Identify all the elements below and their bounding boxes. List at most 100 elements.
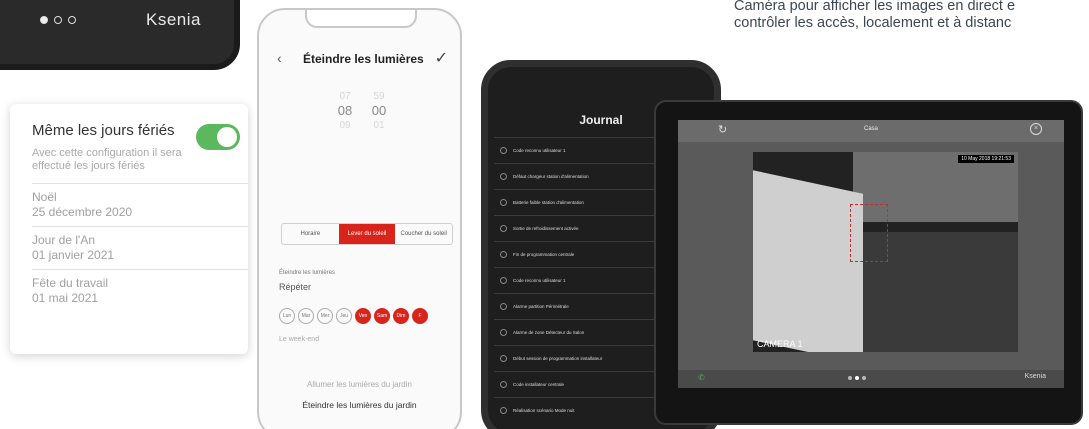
weekend-label: Le week-end (279, 336, 320, 343)
journal-entry[interactable]: Fin de programmation centrale (494, 241, 664, 267)
day-toggle[interactable]: Mar (298, 308, 314, 324)
journal-entry-text: Fin de programmation centrale (513, 251, 575, 257)
tablet-footer: ✆ Ksenia (678, 370, 1064, 388)
pager-dots (848, 376, 866, 380)
journal-entry[interactable]: Code installateur centrale (494, 371, 664, 397)
event-icon (500, 355, 507, 362)
event-icon (500, 251, 507, 258)
motion-detection-box (850, 204, 888, 262)
journal-entry[interactable]: Code reconnu utilisateur 1 (494, 137, 664, 163)
holiday-name: Jour de l'An (32, 233, 95, 247)
journal-entry-text: Sortie de refroidissement activée (513, 225, 579, 231)
event-icon (500, 407, 507, 414)
journal-entry-text: Alarme de zone Détecteur du Salon (513, 329, 585, 335)
journal-entry-text: Batterie faible station d'alimentation (513, 199, 584, 205)
journal-list: Code reconnu utilisateur 1 Défaut charge… (494, 137, 664, 423)
holiday-date: 01 mai 2021 (32, 291, 99, 305)
holiday-name: Noël (32, 190, 57, 204)
mode-option[interactable]: Horaire (282, 224, 339, 244)
checkmark-icon[interactable]: ✓ (435, 48, 448, 68)
holiday-date: 25 décembre 2020 (32, 205, 133, 219)
holiday-toggle[interactable] (196, 124, 240, 150)
day-toggle-active[interactable]: Dim (393, 308, 409, 324)
pager-dot[interactable] (848, 376, 852, 380)
holiday-setting-description: Avec cette configuration il sera effectu… (32, 147, 182, 172)
feature-description-line2: contrôler les accès, localement et à dis… (734, 15, 1012, 31)
phone-lights-schedule: ‹ Éteindre les lumières ✓ 07 08 09 59 00… (257, 8, 462, 429)
holiday-settings-card: Même les jours fériés Avec cette configu… (10, 104, 248, 354)
day-toggle-active[interactable]: Ven (355, 308, 371, 324)
event-icon (500, 225, 507, 232)
camera-timestamp: 10 May 2018 19:21:53 (958, 155, 1014, 163)
journal-entry-text: Code reconnu utilisateur 1 (513, 277, 566, 283)
camera-label: CAMERA 1 (757, 339, 803, 349)
event-icon (500, 173, 507, 180)
journal-entry[interactable]: Batterie faible station d'alimentation (494, 189, 664, 215)
brand-logo: Ksenia (1024, 373, 1046, 380)
action-label: Éteindre les lumières (279, 270, 336, 276)
tablet-header: ↻ Casa × (678, 120, 1064, 142)
holiday-day-toggle[interactable]: F (412, 308, 428, 324)
day-toggle[interactable]: Mer (317, 308, 333, 324)
feature-description-line1: Caméra pour afficher les images en direc… (734, 0, 1016, 14)
feature-description: Caméra pour afficher les images en direc… (734, 0, 1089, 32)
journal-entry[interactable]: Défaut chargeur station d'alimentation (494, 163, 664, 189)
day-toggle-active[interactable]: Sam (374, 308, 390, 324)
holiday-item[interactable]: Fête du travail 01 mai 2021 (32, 269, 248, 312)
journal-entry-text: Code installateur centrale (513, 381, 565, 387)
pager-dot-active[interactable] (855, 376, 859, 380)
mode-option[interactable]: Coucher du soleil (395, 224, 452, 244)
holiday-list: Noël 25 décembre 2020 Jour de l'An 01 ja… (32, 183, 248, 312)
close-icon[interactable]: × (1030, 123, 1042, 135)
tablet-camera-view: ↻ Casa × 10 May 2018 19:21:53 CAMERA 1 ✆ (654, 100, 1083, 425)
journal-entry[interactable]: Code reconnu utilisateur 1 (494, 267, 664, 293)
camera-feed[interactable]: 10 May 2018 19:21:53 CAMERA 1 (753, 152, 1018, 352)
day-selector: Lun Mar Mer Jeu Ven Sam Dim F (279, 308, 428, 324)
holiday-name: Fête du travail (32, 276, 109, 290)
event-icon (500, 329, 507, 336)
day-toggle[interactable]: Lun (279, 308, 295, 324)
picker-selected-hour: 08 (337, 103, 353, 118)
holiday-item[interactable]: Noël 25 décembre 2020 (32, 183, 248, 226)
hour-picker[interactable]: 07 08 09 (335, 90, 355, 132)
picker-item: 01 (373, 120, 385, 131)
tablet-title: Casa (863, 126, 878, 132)
chevron-left-icon[interactable]: ‹ (277, 50, 282, 66)
screen-header: ‹ Éteindre les lumières ✓ (259, 48, 460, 78)
scenario-option[interactable]: Allumer les lumières du jardin (259, 380, 460, 389)
phone-icon[interactable]: ✆ (698, 373, 705, 382)
marketing-composition: Ksenia Caméra pour afficher les images e… (0, 0, 1089, 429)
event-icon (500, 277, 507, 284)
phone-notch (305, 10, 417, 28)
picker-item: 59 (373, 91, 385, 102)
journal-entry[interactable]: Sortie de refroidissement activée (494, 215, 664, 241)
journal-entry[interactable]: Début session de programmation installat… (494, 345, 664, 371)
pager-dots (40, 16, 76, 24)
journal-entry[interactable]: Réalisation scénario Mode nuit (494, 397, 664, 423)
camera-image-wall (753, 170, 863, 352)
brand-logo: Ksenia (146, 10, 201, 29)
journal-entry[interactable]: Alarme partition Périmétrale (494, 293, 664, 319)
event-icon (500, 147, 507, 154)
pager-dot[interactable] (68, 16, 76, 24)
tablet-screen: ↻ Casa × 10 May 2018 19:21:53 CAMERA 1 ✆ (678, 120, 1064, 388)
scenario-option-selected[interactable]: Éteindre les lumières du jardin (259, 400, 460, 410)
journal-entry-text: Début session de programmation installat… (513, 355, 603, 361)
mode-option-active[interactable]: Lever du soleil (338, 224, 396, 244)
journal-entry-text: Alarme partition Périmétrale (513, 303, 569, 309)
journal-entry[interactable]: Alarme de zone Détecteur du Salon (494, 319, 664, 345)
screen-title: Éteindre les lumières (303, 52, 424, 66)
event-icon (500, 199, 507, 206)
picker-item: 07 (339, 91, 351, 102)
picker-selected-minute: 00 (371, 103, 387, 118)
pager-dot-active[interactable] (40, 16, 48, 24)
day-toggle[interactable]: Jeu (336, 308, 352, 324)
journal-entry-text: Réalisation scénario Mode nuit (513, 407, 575, 413)
journal-entry-text: Défaut chargeur station d'alimentation (513, 173, 589, 179)
journal-entry-text: Code reconnu utilisateur 1 (513, 147, 566, 153)
holiday-item[interactable]: Jour de l'An 01 janvier 2021 (32, 226, 248, 269)
pager-dot[interactable] (862, 376, 866, 380)
keypad-device: Ksenia (0, 0, 240, 70)
minute-picker[interactable]: 59 00 01 (369, 90, 389, 132)
pager-dot[interactable] (54, 16, 62, 24)
